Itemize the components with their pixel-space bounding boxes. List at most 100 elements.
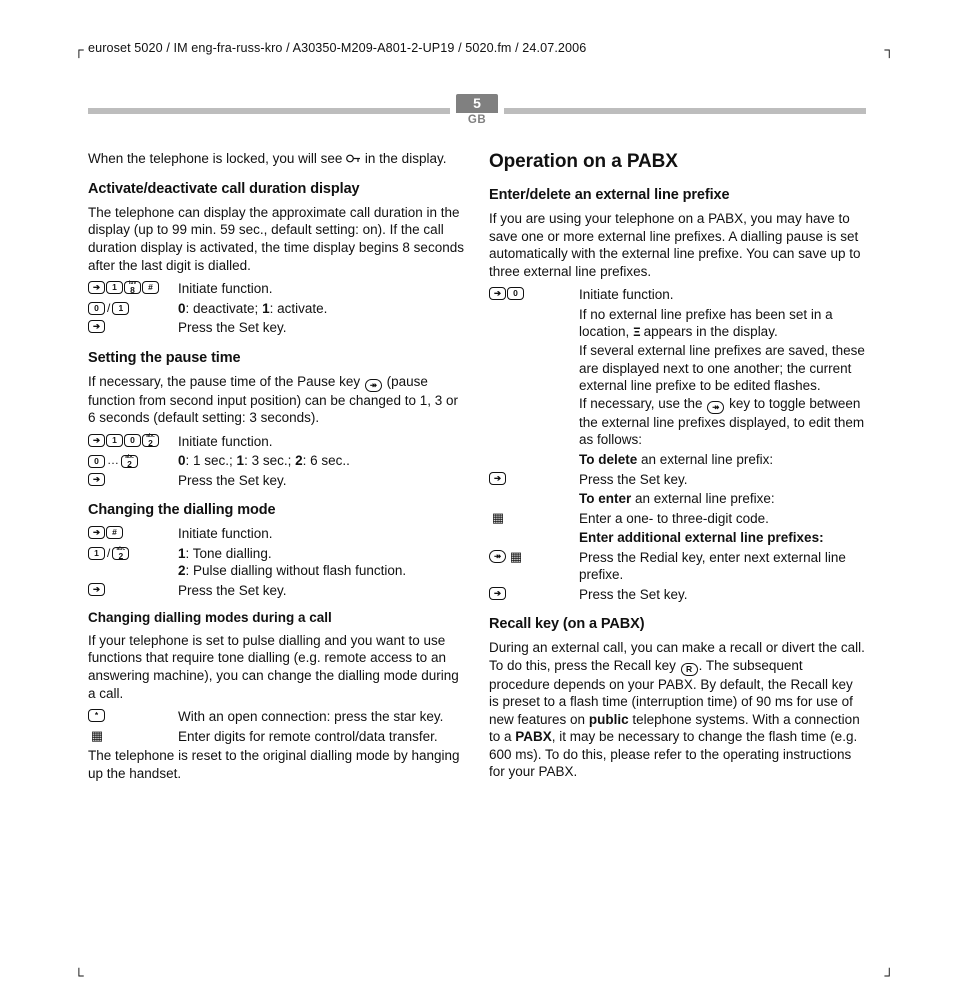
digit-8-key-icon: tuv8: [124, 281, 141, 294]
slash: /: [106, 546, 111, 562]
step-desc: 0: deactivate; 1: activate.: [178, 300, 465, 318]
step-desc: Enter digits for remote control/data tra…: [178, 728, 465, 746]
set-key-icon: ➔: [88, 281, 105, 294]
header-path: euroset 5020 / IM eng-fra-russ-kro / A30…: [88, 40, 866, 56]
step-desc: Press the Set key.: [178, 319, 465, 337]
step-desc: If no external line prefixe has been set…: [579, 306, 866, 449]
right-column: Operation on a PABX Enter/delete an exte…: [489, 150, 866, 789]
recall-key-icon: R: [681, 663, 698, 676]
star-key-icon: *: [88, 709, 105, 722]
step-row: ➔ 1 0 abc2 Initiate function.: [88, 433, 465, 451]
step-row: ↠ ▦ Press the Redial key, enter next ext…: [489, 549, 866, 584]
header-bar-left: [88, 108, 450, 114]
step-desc: Initiate function.: [178, 525, 465, 543]
keypad-icon: ▦: [507, 550, 525, 563]
step-row: ➔ 1 tuv8 # Initiate function.: [88, 280, 465, 298]
digit-0-key-icon: 0: [88, 302, 105, 315]
step-row: Enter additional external line prefixes:: [489, 529, 866, 547]
para-change-during-call: If your telephone is set to pulse dialli…: [88, 632, 465, 702]
empty-prefix-icon: Ξ: [633, 325, 640, 342]
step-row: ➔ # Initiate function.: [88, 525, 465, 543]
slash: /: [106, 301, 111, 317]
step-row: ➔ Press the Set key.: [88, 472, 465, 490]
step-desc: Press the Set key.: [178, 582, 465, 600]
digit-2-key-icon: abc2: [121, 455, 138, 468]
step-desc: Initiate function.: [178, 280, 465, 298]
para-call-duration: The telephone can display the approximat…: [88, 204, 465, 274]
heading-pabx: Operation on a PABX: [489, 150, 866, 175]
step-desc: 0: 1 sec.; 1: 3 sec.; 2: 6 sec..: [178, 452, 465, 470]
page-badge: 5 GB: [456, 94, 498, 127]
digit-0-key-icon: 0: [507, 287, 524, 300]
heading-external-prefix: Enter/delete an external line prefixe: [489, 186, 866, 205]
page-number: 5: [456, 94, 498, 112]
set-key-icon: ➔: [88, 583, 105, 596]
redial-key-icon: ↠: [489, 550, 506, 563]
step-row: 0 … abc2 0: 1 sec.; 1: 3 sec.; 2: 6 sec.…: [88, 452, 465, 470]
step-desc: 1: Tone dialling. 2: Pulse dialling with…: [178, 545, 465, 580]
lock-intro: When the telephone is locked, you will s…: [88, 150, 465, 169]
dialling-reset-note: The telephone is reset to the original d…: [88, 747, 465, 782]
step-row: ➔ Press the Set key.: [88, 319, 465, 337]
step-desc: Initiate function.: [178, 433, 465, 451]
crop-mark: ┐: [884, 41, 894, 59]
step-desc: Press the Set key.: [579, 586, 866, 604]
set-key-icon: ➔: [489, 472, 506, 485]
step-desc: To enter an external line prefixe:: [579, 490, 866, 508]
digit-1-key-icon: 1: [88, 547, 105, 560]
digit-2-key-icon: abc2: [142, 434, 159, 447]
step-row: ➔ Press the Set key.: [88, 582, 465, 600]
step-desc: To delete an external line prefix:: [579, 451, 866, 469]
heading-pause-time: Setting the pause time: [88, 349, 465, 368]
set-key-icon: ➔: [88, 320, 105, 333]
header-bar-right: [504, 108, 866, 114]
para-pause-time: If necessary, the pause time of the Paus…: [88, 373, 465, 427]
step-row: ➔ Press the Set key.: [489, 471, 866, 489]
heading-call-duration: Activate/deactivate call duration displa…: [88, 180, 465, 199]
step-desc: Enter additional external line prefixes:: [579, 529, 866, 547]
step-row: 1 / abc2 1: Tone dialling. 2: Pulse dial…: [88, 545, 465, 580]
set-key-icon: ➔: [489, 287, 506, 300]
digit-2-key-icon: abc2: [112, 547, 129, 560]
hash-key-icon: #: [142, 281, 159, 294]
digit-1-key-icon: 1: [106, 281, 123, 294]
key-lock-icon: [346, 151, 361, 169]
left-column: When the telephone is locked, you will s…: [88, 150, 465, 789]
step-row: * With an open connection: press the sta…: [88, 708, 465, 726]
step-row: ➔ 0 Initiate function.: [489, 286, 866, 304]
step-desc: Enter a one- to three-digit code.: [579, 510, 866, 528]
step-desc: Initiate function.: [579, 286, 866, 304]
para-external-prefix: If you are using your telephone on a PAB…: [489, 210, 866, 280]
step-row: If no external line prefixe has been set…: [489, 306, 866, 449]
heading-dialling-mode: Changing the dialling mode: [88, 501, 465, 520]
para-recall-key: During an external call, you can make a …: [489, 639, 866, 781]
step-desc: Press the Set key.: [579, 471, 866, 489]
keypad-icon: ▦: [88, 729, 106, 742]
step-row: To delete an external line prefix:: [489, 451, 866, 469]
ellipsis: …: [106, 453, 120, 469]
step-desc: Press the Redial key, enter next externa…: [579, 549, 866, 584]
step-row: ▦ Enter a one- to three-digit code.: [489, 510, 866, 528]
step-row: ▦ Enter digits for remote control/data t…: [88, 728, 465, 746]
step-row: 0 / 1 0: deactivate; 1: activate.: [88, 300, 465, 318]
step-desc: Press the Set key.: [178, 472, 465, 490]
set-key-icon: ➔: [88, 526, 105, 539]
crop-mark: └: [74, 967, 84, 985]
step-row: To enter an external line prefixe:: [489, 490, 866, 508]
digit-1-key-icon: 1: [106, 434, 123, 447]
step-desc: With an open connection: press the star …: [178, 708, 465, 726]
keypad-icon: ▦: [489, 511, 507, 524]
crop-mark: ┘: [884, 967, 894, 985]
redial-key-icon: ↠: [365, 379, 382, 392]
set-key-icon: ➔: [489, 587, 506, 600]
crop-mark: ┌: [74, 41, 84, 59]
region-code: GB: [456, 114, 498, 128]
set-key-icon: ➔: [88, 473, 105, 486]
set-key-icon: ➔: [88, 434, 105, 447]
redial-key-icon: ↠: [707, 401, 724, 414]
page-header-band: 5 GB: [88, 94, 866, 127]
hash-key-icon: #: [106, 526, 123, 539]
digit-0-key-icon: 0: [124, 434, 141, 447]
step-row: ➔ Press the Set key.: [489, 586, 866, 604]
digit-0-key-icon: 0: [88, 455, 105, 468]
